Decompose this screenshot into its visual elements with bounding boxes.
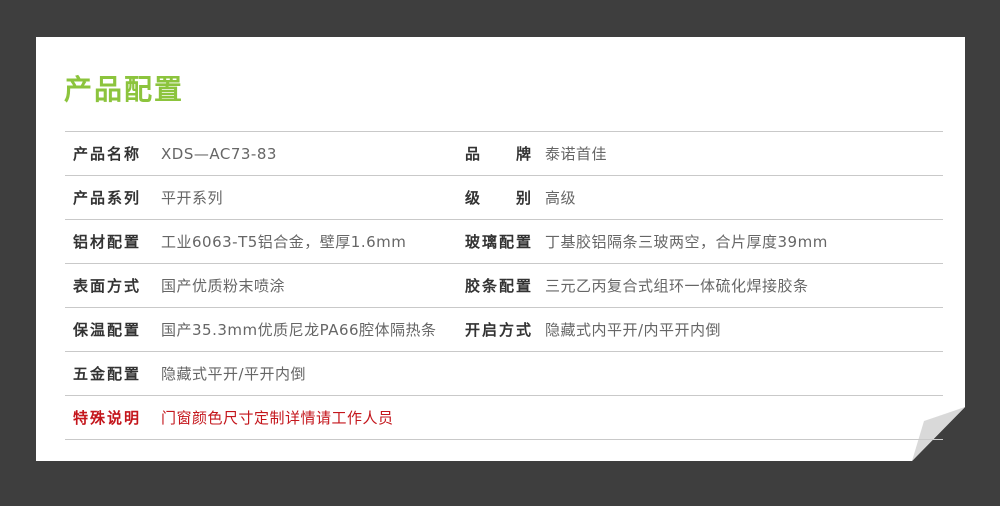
table-row: 保温配置 国产35.3mm优质尼龙PA66腔体隔热条 开启方式 隐藏式内平开/内… [65,308,943,352]
value-aluminum-config: 工业6063-T5铝合金，壁厚1.6mm [161,233,407,251]
value-brand: 泰诺首佳 [545,145,608,163]
label-gasket-config: 胶条配置 [465,277,534,295]
value-grade: 高级 [545,189,577,207]
table-row: 表面方式 国产优质粉末喷涂 胶条配置 三元乙丙复合式组环一体硫化焊接胶条 [65,264,943,308]
label-hardware-config: 五金配置 [73,365,142,383]
label-opening-method: 开启方式 [465,321,534,339]
label-insulation-config: 保温配置 [73,321,142,339]
value-product-name: XDS—AC73-83 [161,144,277,163]
label-grade: 级别 [465,189,534,207]
value-opening-method: 隐藏式内平开/内平开内倒 [545,321,722,339]
table-row: 产品名称 XDS—AC73-83 品牌 泰诺首佳 [65,132,943,176]
value-surface-method: 国产优质粉末喷涂 [161,277,286,295]
label-surface-method: 表面方式 [73,277,142,295]
label-aluminum-config: 铝材配置 [73,233,142,251]
table-row: 产品系列 平开系列 级别 高级 [65,176,943,220]
label-product-series: 产品系列 [73,189,142,207]
page-title: 产品配置 [64,73,185,106]
label-special-note: 特殊说明 [73,409,142,427]
spec-table: 产品名称 XDS—AC73-83 品牌 泰诺首佳 产品系列 平开系列 级别 高级… [65,131,943,440]
value-glass-config: 丁基胶铝隔条三玻两空，合片厚度39mm [545,233,828,251]
table-row: 五金配置 隐藏式平开/平开内倒 [65,352,943,396]
value-insulation-config: 国产35.3mm优质尼龙PA66腔体隔热条 [161,321,437,339]
label-brand: 品牌 [465,145,534,163]
value-product-series: 平开系列 [161,189,224,207]
value-special-note: 门窗颜色尺寸定制详情请工作人员 [161,409,394,427]
value-gasket-config: 三元乙丙复合式组环一体硫化焊接胶条 [545,277,809,295]
table-row: 铝材配置 工业6063-T5铝合金，壁厚1.6mm 玻璃配置 丁基胶铝隔条三玻两… [65,220,943,264]
label-glass-config: 玻璃配置 [465,233,534,251]
table-row-special-note: 特殊说明 门窗颜色尺寸定制详情请工作人员 [65,396,943,440]
value-hardware-config: 隐藏式平开/平开内倒 [161,365,307,383]
label-product-name: 产品名称 [73,145,142,163]
